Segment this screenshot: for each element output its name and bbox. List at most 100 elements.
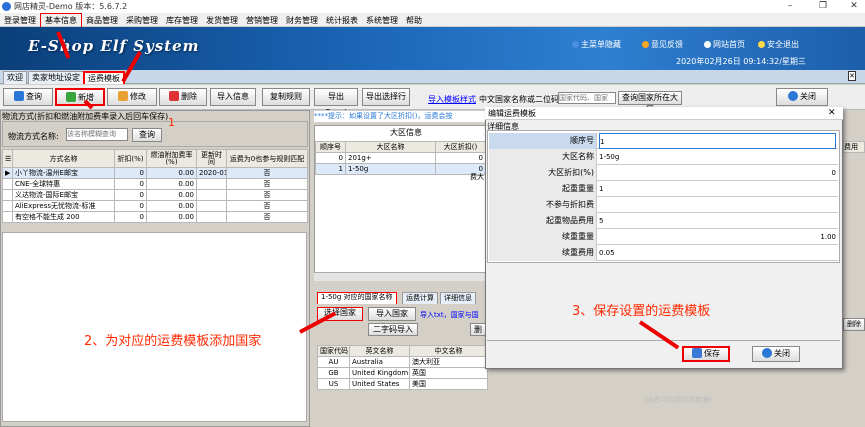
tab-close-icon[interactable]: ✕ [848, 71, 856, 81]
field-no-discount-fee: 不参与折扣费 [489, 197, 838, 213]
table-row[interactable]: ▶ 小丫物流-温州E邮宝 0 0.00 2020-01 否 [2, 167, 308, 179]
homepage-link[interactable]: 网站首页 [704, 39, 745, 50]
fuel-cell[interactable]: 0.00 [146, 200, 197, 212]
logistics-query-button[interactable]: 查询 [132, 128, 162, 142]
col-country-code[interactable]: 国家代码 [317, 345, 350, 357]
tab-welcome[interactable]: 欢迎 [3, 71, 27, 84]
query-country-region-button[interactable]: 查询国家所在大区 [618, 91, 682, 114]
delete-button[interactable]: 删除 [159, 88, 207, 106]
hide-menu-link[interactable]: 主菜单隐藏 [572, 39, 621, 50]
row-pointer-icon: ▶ [2, 167, 13, 179]
right-delete-button[interactable]: 删除 [843, 318, 865, 331]
menu-finance[interactable]: 财务管理 [282, 14, 322, 28]
dialog-close-button[interactable]: 关闭 [752, 346, 800, 362]
zero-match-cell[interactable]: 否 [226, 200, 308, 212]
discount-cell[interactable]: 0 [114, 189, 147, 201]
menu-shipping[interactable]: 发货管理 [202, 14, 242, 28]
two-letter-import-button[interactable]: 二字码导入 [368, 323, 418, 336]
table-row[interactable]: AU Australia 澳大利亚 [317, 356, 488, 368]
zero-match-cell[interactable]: 否 [226, 189, 308, 201]
logout-link[interactable]: 安全退出 [758, 39, 799, 50]
table-row[interactable]: 1 1-50g 0 [315, 163, 486, 175]
import-sample-link[interactable]: 导入模板样式 [428, 94, 476, 105]
table-row[interactable]: GB United Kingdom 英国 [317, 367, 488, 379]
export-selected-button[interactable]: 导出选择行 [362, 88, 410, 106]
toolbar-close-label: 关闭 [800, 92, 816, 101]
toolbar-close-button[interactable]: 关闭 [776, 88, 828, 106]
zero-match-cell[interactable]: 否 [226, 167, 308, 179]
menu-products[interactable]: 商品管理 [82, 14, 122, 28]
field-region-discount-input[interactable]: 0 [599, 165, 836, 181]
field-extra-weight-label: 续重重量 [489, 229, 597, 245]
country-delete-button[interactable]: 删 [470, 323, 486, 336]
menu-reports[interactable]: 统计报表 [322, 14, 362, 28]
zero-match-cell[interactable]: 否 [226, 211, 308, 223]
table-row[interactable]: US United States 美国 [317, 378, 488, 390]
menu-inventory[interactable]: 库存管理 [162, 14, 202, 28]
feedback-link[interactable]: 意见反馈 [642, 39, 683, 50]
table-row[interactable]: 有空格不能生成 200 0 0.00 否 [2, 211, 308, 223]
tab-shipping-template[interactable]: 运费模板 [83, 71, 125, 84]
menu-system[interactable]: 系统管理 [362, 14, 402, 28]
new-button[interactable]: 新增 [55, 88, 105, 106]
row-selector [2, 189, 13, 201]
restore-button[interactable]: ❐ [815, 0, 831, 13]
col-discount[interactable]: 折扣(%) [114, 149, 147, 168]
discount-cell[interactable]: 0 [114, 200, 147, 212]
power-icon [762, 348, 772, 358]
tab-country-names[interactable]: 1-50g 对应的国家名称 [317, 292, 397, 304]
edit-icon [118, 91, 128, 101]
dialog-save-button[interactable]: 保存 [682, 346, 730, 362]
field-start-weight-input[interactable]: 1 [599, 181, 836, 197]
region-scrollbar[interactable] [314, 272, 486, 281]
col-fuel-surcharge[interactable]: 燃油附加费率(%) [146, 149, 197, 168]
col-english-name[interactable]: 英文名称 [349, 345, 410, 357]
field-region-name-label: 大区名称 [489, 149, 597, 165]
edit-button[interactable]: 修改 [107, 88, 157, 106]
field-no-discount-fee-input[interactable] [599, 197, 836, 213]
fuel-cell[interactable]: 0.00 [146, 167, 197, 179]
import-info-button[interactable]: 导入信息 [210, 88, 256, 106]
discount-cell[interactable]: 0 [114, 211, 147, 223]
discount-cell[interactable]: 0 [114, 178, 147, 190]
fuel-cell[interactable]: 0.00 [146, 211, 197, 223]
col-method-name[interactable]: 方式名称 [12, 149, 115, 168]
col-chinese-name[interactable]: 中文名称 [409, 345, 488, 357]
menu-login[interactable]: 登录管理 [0, 14, 40, 28]
table-row[interactable]: CNE-全球特惠 0 0.00 否 [2, 178, 308, 190]
minimize-button[interactable]: – [782, 0, 798, 13]
fuel-cell[interactable]: 0.00 [146, 178, 197, 190]
logistics-name-input[interactable] [66, 128, 128, 141]
country-code-input[interactable] [558, 92, 616, 104]
country-code-cell: GB [317, 367, 350, 379]
table-row[interactable]: AliExpress无忧物流-标准 0 0.00 否 [2, 200, 308, 212]
table-row[interactable]: 义达物流-国际E邮宝 0 0.00 否 [2, 189, 308, 201]
table-row[interactable]: 0 201g+ 0 [315, 152, 486, 164]
zero-match-cell[interactable]: 否 [226, 178, 308, 190]
dialog-close-icon[interactable]: ✕ [828, 108, 836, 118]
col-region-name[interactable]: 大区名称 [345, 141, 436, 153]
field-extra-fee-input[interactable]: 0.05 [599, 245, 836, 261]
export-excel-button[interactable]: 导出Excel [314, 88, 358, 117]
field-region-name-input[interactable]: 1-50g [599, 149, 836, 165]
field-extra-weight-input[interactable]: 1.00 [599, 229, 836, 245]
tab-freight-calc[interactable]: 运费计算 [402, 292, 438, 304]
col-update-time[interactable]: 更新时间 [196, 149, 227, 168]
col-seq[interactable]: 顺序号 [315, 141, 346, 153]
menu-purchase[interactable]: 采购管理 [122, 14, 162, 28]
tab-seller-address[interactable]: 卖家地址设定 [28, 71, 84, 84]
copy-rules-button[interactable]: 复制规则 [262, 88, 310, 106]
fuel-cell[interactable]: 0.00 [146, 189, 197, 201]
query-button[interactable]: 查询 [3, 88, 53, 106]
menu-help[interactable]: 帮助 [402, 14, 426, 28]
discount-cell[interactable]: 0 [114, 167, 147, 179]
close-window-button[interactable]: ✕ [846, 0, 862, 13]
col-zero-freight-match[interactable]: 运费为0也参与规则匹配 [226, 149, 308, 168]
col-region-discount[interactable]: 大区折扣() [435, 141, 486, 153]
menu-marketing[interactable]: 营销管理 [242, 14, 282, 28]
field-seq-input[interactable]: 1 [599, 133, 836, 149]
field-start-item-fee-input[interactable]: 5 [599, 213, 836, 229]
tab-details[interactable]: 详细信息 [440, 292, 476, 304]
import-country-button[interactable]: 导入国家 [368, 307, 416, 321]
field-extra-fee-label: 续重费用 [489, 245, 597, 261]
